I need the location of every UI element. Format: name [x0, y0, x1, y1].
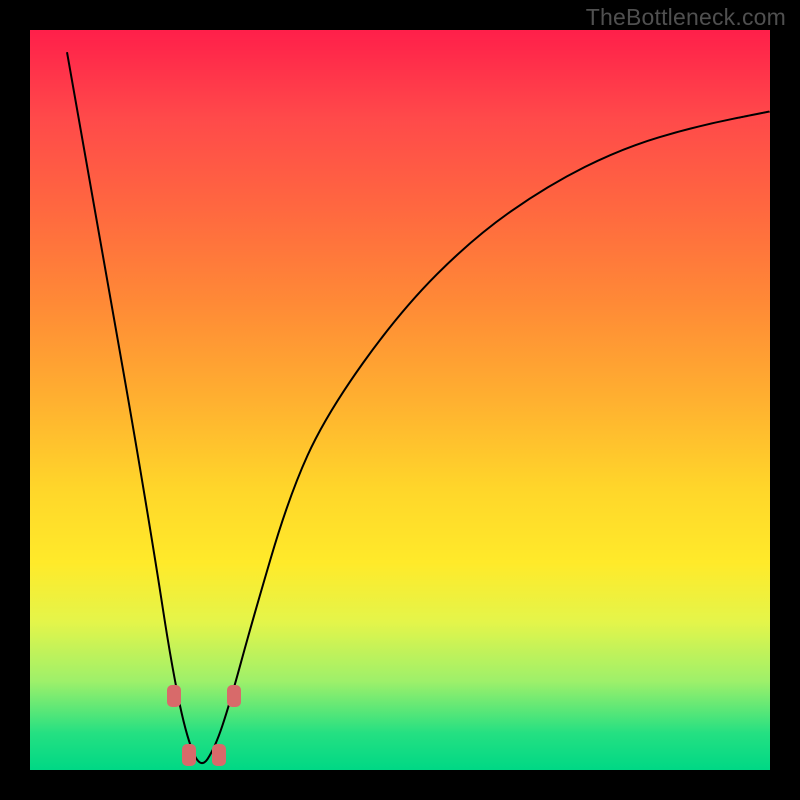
- frame-border-bottom: [0, 770, 800, 800]
- optimal-marker: [182, 744, 196, 766]
- optimal-marker: [167, 685, 181, 707]
- gradient-plot-area: [30, 30, 770, 770]
- optimal-marker: [212, 744, 226, 766]
- optimal-marker: [227, 685, 241, 707]
- frame-border-left: [0, 0, 30, 800]
- chart-frame: [0, 0, 800, 800]
- frame-border-right: [770, 0, 800, 800]
- watermark-text: TheBottleneck.com: [586, 4, 786, 31]
